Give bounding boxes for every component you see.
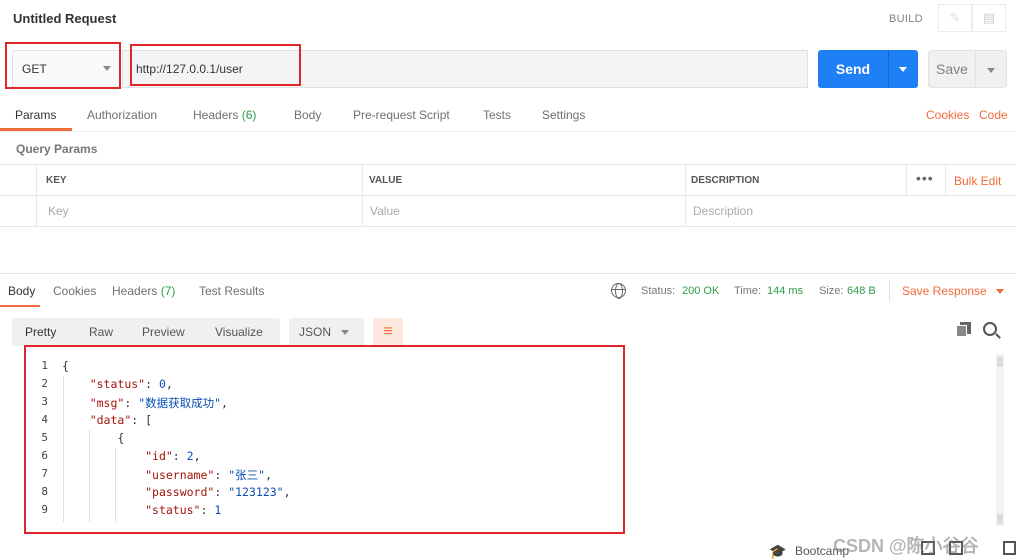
help-icon[interactable] (1003, 541, 1016, 555)
search-icon[interactable] (983, 322, 997, 336)
tab-headers[interactable]: Headers (6) (193, 108, 256, 122)
tab-headers-label: Headers (193, 108, 239, 122)
response-tab-headers-count: (7) (160, 284, 176, 298)
column-header-key: KEY (46, 175, 67, 186)
build-label[interactable]: BUILD (889, 13, 923, 25)
time-value[interactable]: 144 ms (767, 285, 803, 297)
tab-prerequest-script[interactable]: Pre-request Script (353, 108, 450, 122)
tab-authorization[interactable]: Authorization (87, 108, 157, 122)
column-header-value: VALUE (369, 175, 403, 186)
method-highlight-box (5, 42, 121, 89)
status-value[interactable]: 200 OK (682, 285, 719, 297)
column-divider (36, 165, 37, 227)
cookies-link[interactable]: Cookies (926, 108, 969, 122)
query-params-title: Query Params (16, 142, 98, 156)
tab-headers-count: (6) (241, 108, 257, 122)
document-icon[interactable]: ▤ (972, 4, 1006, 32)
pencil-icon[interactable]: ✎ (938, 4, 972, 32)
table-border-bottom (0, 226, 1016, 227)
response-tab-headers-label: Headers (112, 284, 158, 298)
scrollbar[interactable] (996, 354, 1004, 526)
graduation-cap-icon[interactable]: 🎓 (769, 543, 786, 560)
format-select[interactable]: JSON (289, 318, 364, 346)
table-border-top (0, 164, 1016, 165)
chevron-down-icon (899, 67, 907, 72)
chevron-down-icon (341, 330, 349, 335)
description-input[interactable]: Description (693, 204, 753, 218)
wrap-lines-icon[interactable]: ≡ (373, 318, 403, 346)
chevron-down-icon (987, 68, 995, 73)
response-tab-body[interactable]: Body (8, 284, 35, 298)
request-title: Untitled Request (13, 11, 117, 26)
tabs-divider (0, 131, 1016, 132)
more-options-icon[interactable]: ••• (916, 170, 934, 186)
scrollbar-thumb[interactable] (997, 357, 1003, 367)
response-divider (0, 273, 1016, 274)
tab-settings[interactable]: Settings (542, 108, 585, 122)
view-visualize[interactable]: Visualize (215, 325, 263, 339)
divider (889, 280, 890, 302)
key-input[interactable]: Key (48, 204, 69, 218)
view-raw[interactable]: Raw (89, 325, 113, 339)
save-button[interactable]: Save (928, 50, 976, 88)
column-divider (945, 165, 946, 195)
response-highlight-box (24, 345, 625, 534)
save-response-button[interactable]: Save Response (902, 284, 987, 298)
watermark: CSDN @陈小谷谷 (833, 536, 979, 556)
send-button[interactable]: Send (818, 50, 888, 88)
active-response-tab-indicator (0, 305, 40, 307)
status-label: Status: (641, 285, 676, 297)
view-pretty[interactable]: Pretty (25, 325, 56, 339)
size-label: Size: (819, 285, 844, 297)
save-options-button[interactable] (976, 50, 1007, 88)
bulk-edit-link[interactable]: Bulk Edit (954, 174, 1001, 188)
time-label: Time: (734, 285, 762, 297)
code-link[interactable]: Code (979, 108, 1008, 122)
response-tab-test-results[interactable]: Test Results (199, 284, 264, 298)
format-value: JSON (299, 325, 332, 339)
size-value[interactable]: 648 B (847, 285, 876, 297)
tab-body[interactable]: Body (294, 108, 321, 122)
column-divider (906, 165, 907, 195)
response-tab-cookies[interactable]: Cookies (53, 284, 96, 298)
value-input[interactable]: Value (370, 204, 400, 218)
copy-icon[interactable] (956, 322, 972, 338)
view-preview[interactable]: Preview (142, 325, 185, 339)
tab-params[interactable]: Params (15, 108, 56, 122)
url-highlight-box (130, 44, 301, 86)
scrollbar-thumb[interactable] (997, 514, 1003, 524)
globe-icon[interactable] (611, 283, 626, 299)
tab-tests[interactable]: Tests (483, 108, 511, 122)
response-tab-headers[interactable]: Headers (7) (112, 284, 175, 298)
send-options-button[interactable] (888, 50, 918, 88)
column-divider (362, 165, 363, 227)
column-divider (685, 165, 686, 227)
table-header-border (0, 195, 1016, 196)
column-header-description: DESCRIPTION (691, 175, 760, 186)
chevron-down-icon (996, 289, 1004, 294)
